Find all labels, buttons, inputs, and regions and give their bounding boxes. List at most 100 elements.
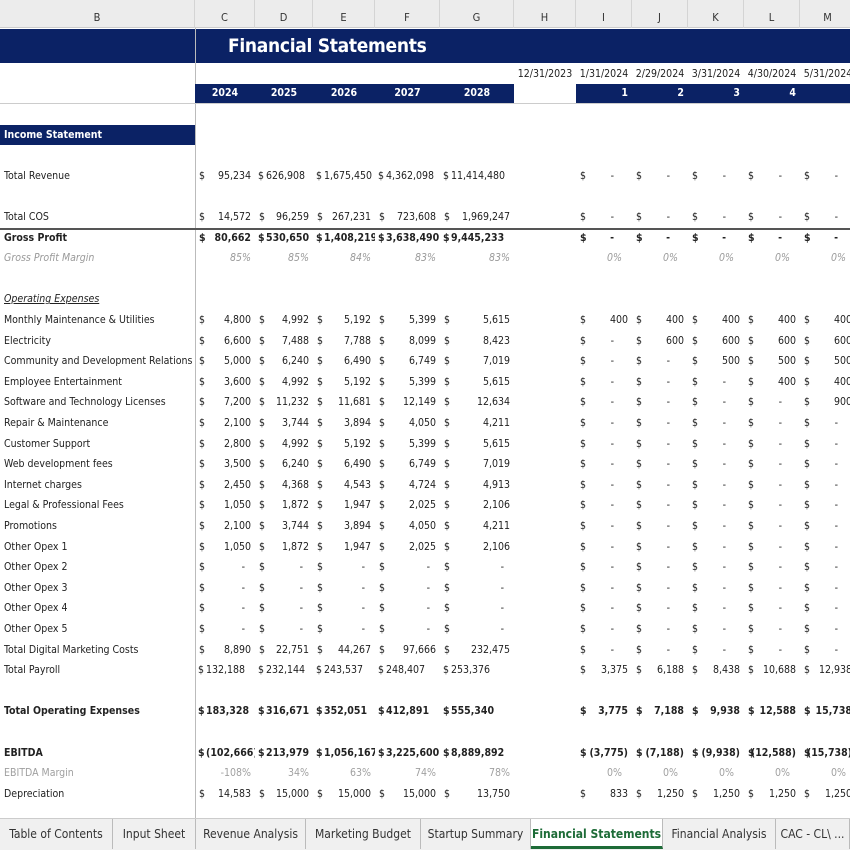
value-cell[interactable]: 0%	[744, 248, 800, 269]
value-cell[interactable]: $ -	[800, 537, 850, 558]
value-cell[interactable]: $1,050	[195, 537, 255, 558]
value-cell[interactable]: $ -	[632, 392, 688, 413]
value-cell[interactable]: $ -	[688, 413, 744, 434]
column-header-F[interactable]: F	[375, 0, 440, 28]
value-cell[interactable]: $ -	[800, 434, 850, 455]
value-cell[interactable]: $316,671	[255, 701, 313, 722]
value-cell[interactable]: $ -	[632, 578, 688, 599]
sheet-tab-marketing-budget[interactable]: Marketing Budget	[306, 819, 421, 849]
value-cell[interactable]: $ (12,588)	[744, 743, 800, 764]
value-cell[interactable]: $ -	[632, 516, 688, 537]
value-cell[interactable]: $232,475	[440, 640, 514, 661]
value-cell[interactable]: $ -	[375, 619, 440, 640]
value-cell[interactable]: $5,399	[375, 310, 440, 331]
sheet-tab-startup-summary[interactable]: Startup Summary	[421, 819, 531, 849]
value-cell[interactable]: $ -	[688, 475, 744, 496]
value-cell[interactable]: $8,889,892	[440, 743, 514, 764]
value-cell[interactable]: $ -	[576, 413, 632, 434]
value-cell[interactable]: $ -	[576, 557, 632, 578]
value-cell[interactable]: 83%	[375, 248, 440, 269]
column-header-K[interactable]: K	[688, 0, 744, 28]
value-cell[interactable]: $3,225,600	[375, 743, 440, 764]
value-cell[interactable]: $ -	[688, 537, 744, 558]
value-cell[interactable]: $ -	[800, 495, 850, 516]
value-cell[interactable]: $ -	[440, 578, 514, 599]
value-cell[interactable]: 83%	[440, 248, 514, 269]
value-cell[interactable]: $6,240	[255, 454, 313, 475]
value-cell[interactable]: $4,992	[255, 372, 313, 393]
value-cell[interactable]: $ -	[800, 207, 850, 228]
value-cell[interactable]: $ -	[576, 578, 632, 599]
value-cell[interactable]: $1,675,450	[313, 166, 375, 187]
value-cell[interactable]: $6,490	[313, 351, 375, 372]
value-cell[interactable]: $3,744	[255, 413, 313, 434]
value-cell[interactable]: $9,445,233	[440, 228, 514, 249]
value-cell[interactable]: $15,000	[255, 784, 313, 805]
column-header-H[interactable]: H	[514, 0, 576, 28]
value-cell[interactable]: $400	[800, 372, 850, 393]
value-cell[interactable]: $132,188	[195, 660, 255, 681]
value-cell[interactable]: 0%	[576, 248, 632, 269]
column-header-C[interactable]: C	[195, 0, 255, 28]
value-cell[interactable]: $1,050	[195, 495, 255, 516]
value-cell[interactable]: $ -	[688, 166, 744, 187]
value-cell[interactable]: $5,000	[195, 351, 255, 372]
value-cell[interactable]: $5,192	[313, 434, 375, 455]
value-cell[interactable]: $2,025	[375, 495, 440, 516]
value-cell[interactable]: $13,750	[440, 784, 514, 805]
value-cell[interactable]: $ -	[744, 475, 800, 496]
value-cell[interactable]: $ -	[195, 619, 255, 640]
value-cell[interactable]: $7,200	[195, 392, 255, 413]
value-cell[interactable]: 85%	[195, 248, 255, 269]
value-cell[interactable]: $ -	[744, 578, 800, 599]
value-cell[interactable]: $ -	[744, 413, 800, 434]
value-cell[interactable]: $183,328	[195, 701, 255, 722]
value-cell[interactable]: $1,947	[313, 537, 375, 558]
value-cell[interactable]: $ -	[375, 598, 440, 619]
value-cell[interactable]: $3,638,490	[375, 228, 440, 249]
value-cell[interactable]: $44,267	[313, 640, 375, 661]
value-cell[interactable]: $ -	[632, 166, 688, 187]
value-cell[interactable]: $97,666	[375, 640, 440, 661]
value-cell[interactable]: $ -	[576, 351, 632, 372]
value-cell[interactable]: $6,240	[255, 351, 313, 372]
value-cell[interactable]: $4,543	[313, 475, 375, 496]
value-cell[interactable]: $ -	[744, 166, 800, 187]
value-cell[interactable]: $ -	[744, 434, 800, 455]
value-cell[interactable]: $80,662	[195, 228, 255, 249]
value-cell[interactable]: $ -	[440, 598, 514, 619]
value-cell[interactable]: $96,259	[255, 207, 313, 228]
value-cell[interactable]: $600	[800, 331, 850, 352]
value-cell[interactable]: $ (9,938)	[688, 743, 744, 764]
value-cell[interactable]: $ -	[313, 557, 375, 578]
value-cell[interactable]: $8,890	[195, 640, 255, 661]
value-cell[interactable]: $833	[576, 784, 632, 805]
value-cell[interactable]: $ -	[255, 598, 313, 619]
value-cell[interactable]: 0%	[800, 248, 850, 269]
column-header-D[interactable]: D	[255, 0, 313, 28]
value-cell[interactable]: $8,099	[375, 331, 440, 352]
value-cell[interactable]: $ -	[195, 598, 255, 619]
value-cell[interactable]: $1,969,247	[440, 207, 514, 228]
value-cell[interactable]: $ -	[688, 516, 744, 537]
value-cell[interactable]: $ -	[255, 557, 313, 578]
value-cell[interactable]: $ -	[800, 166, 850, 187]
value-cell[interactable]: $ -	[632, 207, 688, 228]
column-header-L[interactable]: L	[744, 0, 800, 28]
value-cell[interactable]: $ -	[632, 413, 688, 434]
value-cell[interactable]: $ -	[800, 228, 850, 249]
value-cell[interactable]: $9,938	[688, 701, 744, 722]
value-cell[interactable]: $5,615	[440, 434, 514, 455]
value-cell[interactable]: $ -	[688, 392, 744, 413]
value-cell[interactable]: $248,407	[375, 660, 440, 681]
value-cell[interactable]: 63%	[313, 763, 375, 784]
value-cell[interactable]: $ -	[688, 228, 744, 249]
value-cell[interactable]: $ -	[313, 578, 375, 599]
value-cell[interactable]: $ -	[800, 516, 850, 537]
value-cell[interactable]: $7,188	[632, 701, 688, 722]
value-cell[interactable]: $8,438	[688, 660, 744, 681]
sheet-tab-financial-statements[interactable]: Financial Statements	[531, 819, 663, 849]
value-cell[interactable]: $ (15,738)	[800, 743, 850, 764]
value-cell[interactable]: $ -	[632, 475, 688, 496]
value-cell[interactable]: $ -	[632, 228, 688, 249]
